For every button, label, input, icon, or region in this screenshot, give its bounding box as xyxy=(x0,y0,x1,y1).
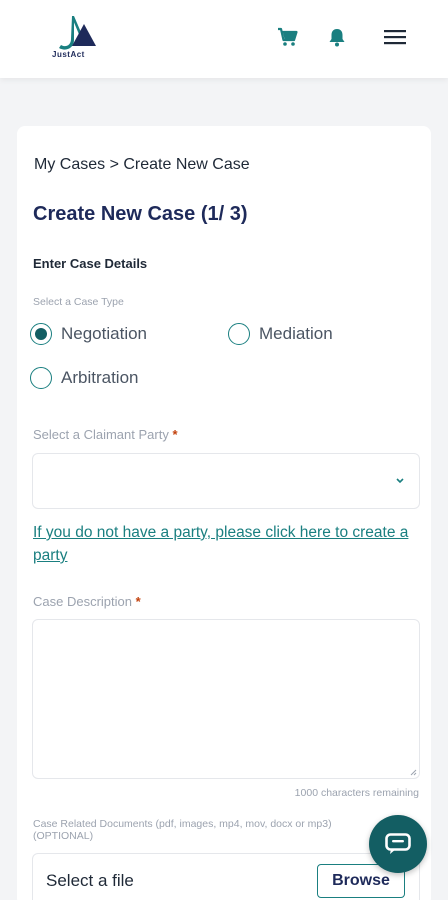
breadcrumb[interactable]: My Cases > Create New Case xyxy=(34,156,250,174)
radio-circle-selected[interactable] xyxy=(30,323,52,345)
radio-arbitration[interactable]: Arbitration xyxy=(30,367,138,389)
hamburger-menu-icon[interactable] xyxy=(382,24,408,50)
chat-icon xyxy=(385,833,411,854)
radio-circle[interactable] xyxy=(30,367,52,389)
characters-remaining: 1000 characters remaining xyxy=(294,787,419,799)
top-header: JustAct xyxy=(0,0,448,78)
page-title: Create New Case (1/ 3) xyxy=(33,203,248,225)
documents-label: Case Related Documents (pdf, images, mp4… xyxy=(33,818,332,842)
radio-dot xyxy=(35,328,47,340)
file-placeholder: Select a file xyxy=(46,871,134,890)
case-type-label: Select a Case Type xyxy=(33,296,124,308)
create-party-link[interactable]: If you do not have a party, please click… xyxy=(33,521,413,567)
required-mark: * xyxy=(135,594,141,609)
radio-negotiation[interactable]: Negotiation xyxy=(30,323,147,345)
radio-label: Negotiation xyxy=(61,324,148,343)
claimant-select[interactable] xyxy=(32,453,420,509)
logo-text: JustAct xyxy=(52,50,85,59)
section-title: Enter Case Details xyxy=(33,256,148,271)
resize-handle-icon[interactable] xyxy=(409,768,417,776)
chat-button[interactable] xyxy=(369,815,427,873)
radio-mediation[interactable]: Mediation xyxy=(228,323,333,345)
radio-circle[interactable] xyxy=(228,323,250,345)
radio-label: Mediation xyxy=(259,324,333,343)
claimant-label-text: Select a Claimant Party xyxy=(33,427,169,442)
bell-icon[interactable] xyxy=(324,24,350,50)
chevron-down-icon[interactable] xyxy=(393,473,407,487)
description-label-text: Case Description xyxy=(33,594,132,609)
description-label: Case Description * xyxy=(33,594,141,609)
radio-label: Arbitration xyxy=(61,368,139,387)
claimant-label: Select a Claimant Party * xyxy=(33,427,178,442)
cart-icon[interactable] xyxy=(275,24,301,50)
required-mark: * xyxy=(172,427,178,442)
create-case-card xyxy=(17,126,431,900)
case-description-textarea[interactable] xyxy=(32,619,420,779)
